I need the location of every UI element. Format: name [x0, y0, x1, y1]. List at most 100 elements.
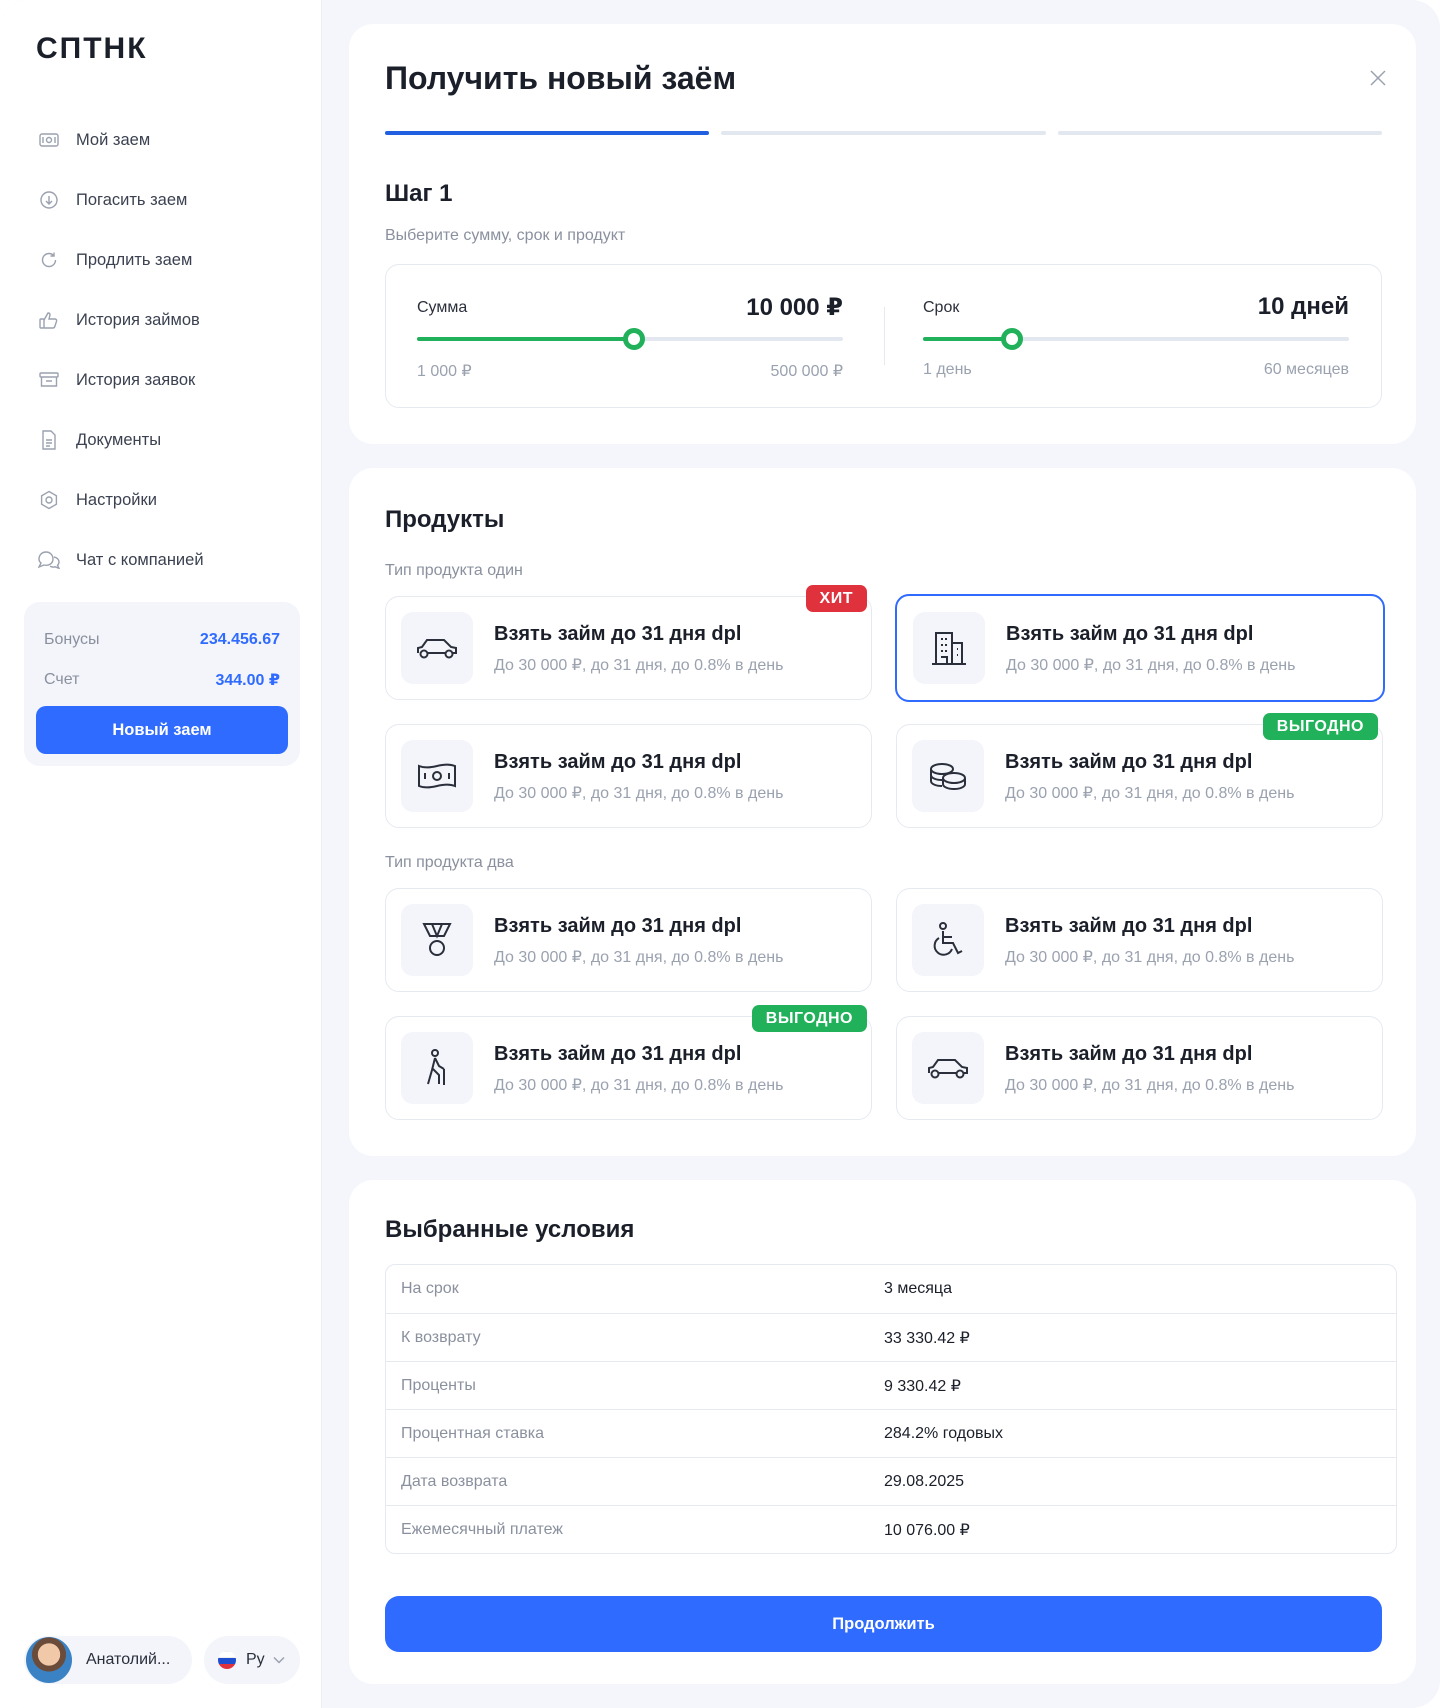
table-row: Дата возврата 29.08.2025 — [386, 1457, 1396, 1505]
sidebar-item-label: История заявок — [76, 370, 196, 389]
profitable-badge: ВЫГОДНО — [751, 1005, 867, 1032]
condition-value: 33 330.42 ₽ — [884, 1329, 970, 1347]
condition-key: На срок — [401, 1280, 459, 1297]
refresh-icon — [36, 247, 62, 273]
term-value: 10 дней — [1257, 293, 1349, 320]
product-group-label: Тип продукта два — [385, 854, 514, 871]
condition-key: Процентная ставка — [401, 1424, 544, 1442]
loan-step-card: Получить новый заём Шаг 1 Выберите сумму… — [349, 24, 1416, 444]
sidebar-item-label: Мой заем — [76, 130, 151, 149]
amount-slider-handle[interactable] — [623, 328, 646, 350]
product-card[interactable]: Взять займ до 31 дня dpl До 30 000 ₽, до… — [385, 1005, 872, 1120]
sidebar-item-my-loan[interactable]: Мой заем — [36, 110, 296, 170]
product-description: До 30 000 ₽, до 31 дня, до 0.8% в день — [1005, 949, 1295, 966]
thumb-up-icon — [36, 307, 62, 333]
money-icon — [36, 127, 62, 153]
sidebar: СПТНК Мой заем Погасить заем Продлить за… — [0, 0, 322, 1708]
sidebar-item-documents[interactable]: Документы — [36, 410, 296, 470]
product-card[interactable]: Взять займ до 31 дня dpl До 30 000 ₽, до… — [385, 888, 872, 992]
sidebar-item-extend[interactable]: Продлить заем — [36, 230, 296, 290]
conditions-card: Выбранные условия На срок 3 месяца К возв… — [349, 1180, 1416, 1684]
user-name: Анатолий... — [86, 1651, 171, 1668]
logo[interactable]: СПТНК — [36, 32, 148, 66]
close-button[interactable] — [1364, 66, 1392, 94]
app-window: СПТНК Мой заем Погасить заем Продлить за… — [0, 0, 1440, 1708]
language-select[interactable]: Ру — [204, 1636, 300, 1684]
sidebar-item-label: История займов — [76, 310, 200, 329]
archive-icon — [36, 367, 62, 393]
divider — [884, 307, 885, 365]
amount-slider[interactable]: Сумма 10 000 ₽ 1 000 ₽ 500 000 ₽ — [417, 265, 843, 409]
condition-key: К возврату — [401, 1328, 481, 1346]
condition-value: 9 330.42 ₽ — [884, 1377, 961, 1395]
document-icon — [36, 427, 62, 453]
term-track[interactable] — [923, 328, 1349, 350]
product-description: До 30 000 ₽, до 31 дня, до 0.8% в день — [1006, 657, 1296, 674]
product-description: До 30 000 ₽, до 31 дня, до 0.8% в день — [494, 1077, 784, 1094]
step-heading: Шаг 1 — [385, 180, 453, 207]
sidebar-item-chat[interactable]: Чат с компанией — [36, 530, 296, 590]
step-progress-segment — [721, 131, 1046, 135]
user-profile-button[interactable]: Анатолий... — [24, 1636, 192, 1684]
sidebar-item-label: Погасить заем — [76, 190, 188, 209]
bonus-label: Бонусы — [44, 631, 100, 648]
sidebar-item-settings[interactable]: Настройки — [36, 470, 296, 530]
product-description: До 30 000 ₽, до 31 дня, до 0.8% в день — [494, 785, 784, 802]
products-heading: Продукты — [385, 506, 505, 533]
account-row: Счет 344.00 ₽ — [44, 660, 280, 700]
product-title: Взять займ до 31 дня dpl — [1006, 623, 1254, 645]
medal-icon — [401, 904, 473, 976]
amount-max: 500 000 ₽ — [770, 363, 843, 380]
product-description: До 30 000 ₽, до 31 дня, до 0.8% в день — [1005, 1077, 1295, 1094]
term-min: 1 день — [923, 361, 972, 378]
loan-calculator: Сумма 10 000 ₽ 1 000 ₽ 500 000 ₽ Срок 10… — [385, 264, 1382, 408]
sidebar-item-loan-history[interactable]: История займов — [36, 290, 296, 350]
wallet-panel: Бонусы 234.456.67 Счет 344.00 ₽ Новый за… — [24, 602, 300, 766]
table-row: К возврату 33 330.42 ₽ — [386, 1313, 1396, 1361]
term-slider-handle[interactable] — [1001, 328, 1024, 350]
product-card[interactable]: Взять займ до 31 дня dpl До 30 000 ₽, до… — [896, 713, 1383, 828]
product-card[interactable]: Взять займ до 31 дня dpl До 30 000 ₽, до… — [896, 1016, 1383, 1120]
product-group-label: Тип продукта один — [385, 562, 523, 579]
new-loan-button[interactable]: Новый заем — [36, 706, 288, 754]
table-row: Проценты 9 330.42 ₽ — [386, 1361, 1396, 1409]
elderly-icon — [401, 1032, 473, 1104]
term-slider[interactable]: Срок 10 дней 1 день 60 месяцев — [923, 265, 1349, 409]
term-label: Срок — [923, 299, 960, 316]
product-title: Взять займ до 31 дня dpl — [494, 751, 742, 773]
table-row: На срок 3 месяца — [386, 1265, 1396, 1313]
conditions-heading: Выбранные условия — [385, 1216, 635, 1243]
sidebar-item-label: Документы — [76, 430, 162, 449]
chat-icon — [36, 547, 62, 573]
sidebar-item-label: Чат с компанией — [76, 550, 204, 569]
term-track-fill — [923, 337, 1013, 341]
continue-button[interactable]: Продолжить — [385, 1596, 1382, 1652]
product-title: Взять займ до 31 дня dpl — [1005, 751, 1253, 773]
condition-value: 284.2% годовых — [884, 1424, 1003, 1442]
product-title: Взять займ до 31 дня dpl — [494, 1043, 742, 1065]
language-code: Ру — [246, 1651, 265, 1668]
product-description: До 30 000 ₽, до 31 дня, до 0.8% в день — [494, 657, 784, 674]
russia-flag-icon — [218, 1651, 236, 1669]
sidebar-item-application-history[interactable]: История заявок — [36, 350, 296, 410]
product-description: До 30 000 ₽, до 31 дня, до 0.8% в день — [1005, 785, 1295, 802]
product-description: До 30 000 ₽, до 31 дня, до 0.8% в день — [494, 949, 784, 966]
product-card-selected[interactable]: Взять займ до 31 дня dpl До 30 000 ₽, до… — [895, 594, 1385, 702]
arrow-down-circle-icon — [36, 187, 62, 213]
product-card[interactable]: Взять займ до 31 дня dpl До 30 000 ₽, до… — [385, 724, 872, 828]
banknote-icon — [401, 740, 473, 812]
sidebar-item-label: Продлить заем — [76, 250, 193, 269]
sidebar-item-repay[interactable]: Погасить заем — [36, 170, 296, 230]
account-value: 344.00 ₽ — [215, 672, 280, 689]
product-title: Взять займ до 31 дня dpl — [1005, 915, 1253, 937]
chevron-down-icon — [273, 1651, 285, 1669]
product-card[interactable]: Взять займ до 31 дня dpl До 30 000 ₽, до… — [896, 888, 1383, 992]
product-title: Взять займ до 31 дня dpl — [494, 915, 742, 937]
bonus-row: Бонусы 234.456.67 — [44, 620, 280, 660]
building-icon — [913, 612, 985, 684]
conditions-table: На срок 3 месяца К возврату 33 330.42 ₽ Пр… — [385, 1264, 1397, 1554]
amount-track[interactable] — [417, 328, 843, 350]
product-card[interactable]: Взять займ до 31 дня dpl До 30 000 ₽, до… — [385, 585, 872, 700]
table-row: Процентная ставка 284.2% годовых — [386, 1409, 1396, 1457]
step-progress-segment — [1057, 131, 1382, 135]
